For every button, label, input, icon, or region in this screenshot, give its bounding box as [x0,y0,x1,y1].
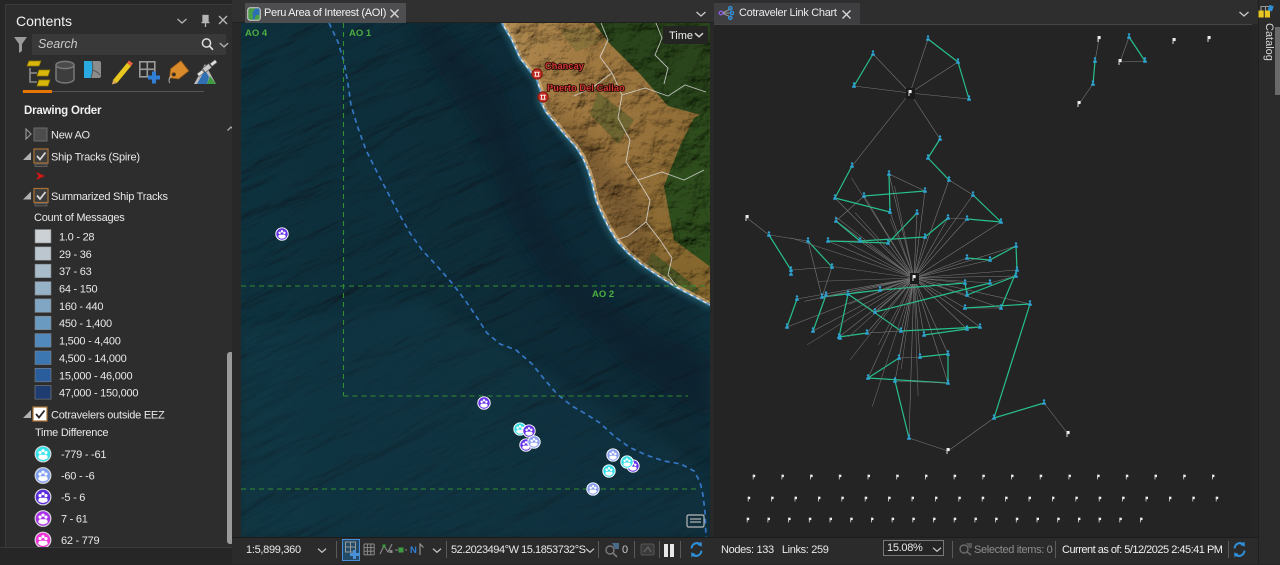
svg-text:160 - 440: 160 - 440 [59,301,103,313]
svg-text:7 - 61: 7 - 61 [61,514,88,526]
svg-text:Summarized Ship Tracks: Summarized Ship Tracks [51,191,169,203]
svg-text:AO 4: AO 4 [245,28,268,39]
svg-text:1,500 - 4,400: 1,500 - 4,400 [59,336,121,348]
svg-text:Chancay: Chancay [545,61,585,71]
svg-text:Time: Time [669,30,693,42]
svg-text:37 - 63: 37 - 63 [59,266,92,278]
svg-text:N: N [410,545,417,556]
svg-text:-5 - 6: -5 - 6 [61,492,85,504]
svg-text:62 - 779: 62 - 779 [61,535,99,547]
svg-text:Time Difference: Time Difference [35,427,108,439]
svg-text:1.0 - 28: 1.0 - 28 [59,232,94,244]
svg-text:AO 2: AO 2 [592,289,614,300]
svg-text:Count of Messages: Count of Messages [34,212,125,224]
svg-text:Puerto Del Callao: Puerto Del Callao [547,83,625,93]
svg-text:AO 1: AO 1 [349,28,372,39]
svg-text:New AO: New AO [51,130,91,142]
svg-text:29 - 36: 29 - 36 [59,249,92,261]
svg-text:450 - 1,400: 450 - 1,400 [59,318,112,330]
svg-text:47,000 - 150,000: 47,000 - 150,000 [59,388,138,400]
svg-text:Ship Tracks (Spire): Ship Tracks (Spire) [51,152,140,164]
svg-text:-779 - -61: -779 - -61 [61,449,106,461]
svg-text:15,000 - 46,000: 15,000 - 46,000 [59,370,132,382]
svg-text:4,500 - 14,000: 4,500 - 14,000 [59,353,127,365]
svg-text:64 - 150: 64 - 150 [59,284,97,296]
svg-text:-60 - -6: -60 - -6 [61,471,95,483]
svg-text:Cotravelers outside EEZ: Cotravelers outside EEZ [51,410,165,422]
